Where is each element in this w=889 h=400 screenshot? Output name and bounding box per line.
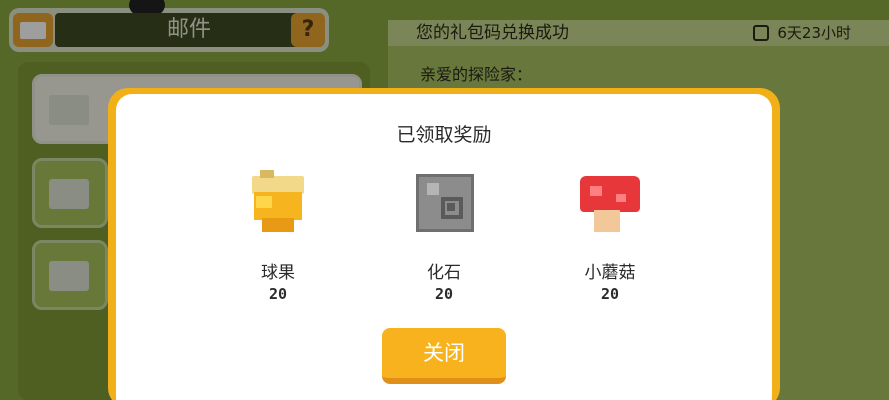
- mail-subject: 您的礼包码兑换成功: [416, 23, 569, 43]
- reward-item: 球果 20: [218, 170, 338, 303]
- gift-envelope-icon: [49, 179, 89, 209]
- nut-icon: [246, 170, 310, 236]
- reward-item: 化石 20: [384, 172, 504, 303]
- mail-list-item[interactable]: [32, 240, 108, 310]
- mail-list-item[interactable]: [32, 158, 108, 228]
- mail-body: 亲爱的探险家：: [420, 65, 533, 84]
- mail-header: 邮件 ?: [9, 0, 329, 52]
- reward-name: 化石: [427, 263, 461, 283]
- reward-count: 20: [434, 285, 454, 303]
- reward-count: 20: [268, 285, 288, 303]
- clock-icon: [753, 25, 769, 41]
- reward-item: 小蘑菇 20: [550, 172, 670, 303]
- envelope-icon: [49, 261, 89, 291]
- fossil-icon: [412, 172, 476, 236]
- reward-count: 20: [600, 285, 620, 303]
- mail-title-bar: 邮件: [55, 13, 323, 47]
- modal-title: 已领取奖励: [396, 124, 492, 146]
- help-button[interactable]: ?: [291, 13, 325, 47]
- reward-name: 小蘑菇: [584, 263, 636, 283]
- mail-detail-header: 您的礼包码兑换成功 6天23小时: [388, 20, 889, 46]
- mushroom-icon: [578, 172, 642, 236]
- page-title: 邮件: [166, 17, 211, 42]
- close-button[interactable]: 关闭: [382, 328, 506, 384]
- envelope-icon: [13, 13, 53, 47]
- mail-time-left: 6天23小时: [777, 24, 851, 42]
- reward-name: 球果: [261, 263, 295, 283]
- envelope-icon: [49, 95, 89, 125]
- reward-modal: 已领取奖励 球果 20 化石 20 小蘑菇 20 关闭: [116, 94, 772, 400]
